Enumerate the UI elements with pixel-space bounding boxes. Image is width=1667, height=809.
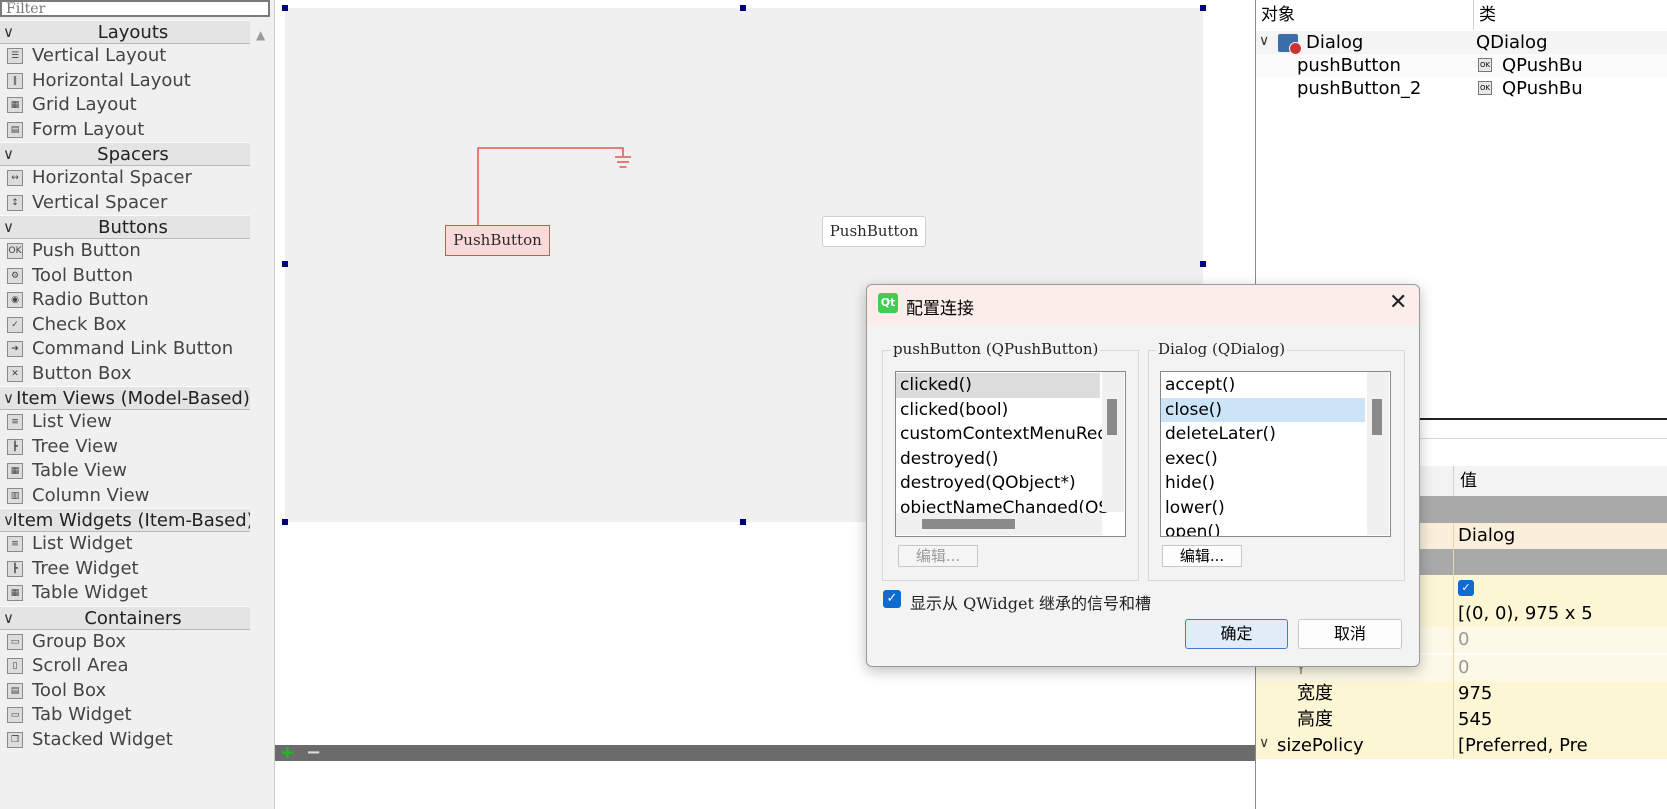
signal-item[interactable]: customContextMenuReq xyxy=(896,422,1108,447)
slot-item[interactable]: close() xyxy=(1161,397,1365,422)
signal-list-hscrollbar[interactable] xyxy=(896,513,1102,535)
slot-item[interactable]: accept() xyxy=(1161,373,1365,398)
slot-list-vscrollbar[interactable] xyxy=(1367,372,1389,535)
canvas-bottom-bar xyxy=(275,745,1255,761)
section-header-qwidget xyxy=(1418,549,1667,575)
property-header xyxy=(1418,466,1667,496)
object-name-pushbutton-2: pushButton_2 xyxy=(1297,78,1422,99)
property-row-enabled[interactable] xyxy=(1418,575,1667,601)
scroll-thumb[interactable] xyxy=(1372,399,1382,435)
push-button-2[interactable]: PushButton xyxy=(822,216,926,247)
property-row-x[interactable] xyxy=(1418,627,1667,653)
show-inherited-checkbox[interactable]: ✓ xyxy=(883,590,901,608)
header-divider xyxy=(1473,0,1474,30)
signal-item[interactable]: destroyed(QObject*) xyxy=(896,471,1100,496)
property-row-object-name[interactable] xyxy=(1418,523,1667,549)
property-label-width: 宽度 xyxy=(1297,683,1333,704)
slot-item[interactable]: hide() xyxy=(1161,471,1365,496)
object-class-pushbutton-2: QPushBu xyxy=(1502,78,1583,99)
signal-list-vscrollbar[interactable] xyxy=(1102,372,1124,512)
property-value-width[interactable]: 975 xyxy=(1458,681,1492,707)
sender-group-title: pushButton (QPushButton) xyxy=(891,340,1101,358)
panel-splitter[interactable] xyxy=(1418,418,1667,420)
property-value-x[interactable]: 0 xyxy=(1458,627,1469,653)
remove-icon[interactable]: − xyxy=(306,744,321,762)
signal-item[interactable]: clicked(bool) xyxy=(896,398,1100,423)
chevron-down-icon[interactable]: ∨ xyxy=(1259,33,1269,49)
push-button-class-icon: OK xyxy=(1478,58,1492,72)
section-header-qobject xyxy=(1418,496,1667,523)
receiver-group-title: Dialog (QDialog) xyxy=(1156,340,1288,358)
qt-logo-icon: Qt xyxy=(878,293,898,313)
column-header-value[interactable]: 值 xyxy=(1460,466,1477,496)
column-header-object[interactable]: 对象 xyxy=(1261,0,1295,30)
header-divider xyxy=(1453,466,1454,496)
scroll-thumb[interactable] xyxy=(922,519,1015,529)
slot-item[interactable]: exec() xyxy=(1161,447,1365,472)
property-value-object-name[interactable]: Dialog xyxy=(1458,523,1515,549)
push-button-class-icon: OK xyxy=(1478,81,1492,95)
enabled-checkbox[interactable]: ✓ xyxy=(1458,580,1474,596)
slot-list[interactable]: accept() close() deleteLater() exec() hide()… xyxy=(1160,371,1391,537)
chevron-down-icon[interactable]: ∨ xyxy=(1259,735,1269,751)
property-label-height: 高度 xyxy=(1297,709,1333,730)
column-header-class[interactable]: 类 xyxy=(1479,0,1496,30)
slot-item[interactable]: open() xyxy=(1161,520,1365,536)
scroll-thumb[interactable] xyxy=(1107,399,1117,435)
property-value-y[interactable]: 0 xyxy=(1458,655,1469,681)
add-icon[interactable]: + xyxy=(280,744,295,762)
ok-button[interactable]: 确定 xyxy=(1185,619,1288,649)
property-value-size-policy[interactable]: [Preferred, Pre xyxy=(1458,733,1588,759)
signal-item[interactable]: clicked() xyxy=(896,373,1100,398)
toolbar-divider xyxy=(1418,438,1667,439)
configure-connection-dialog: Qt 配置连接 ✕ pushButton (QPushButton) click… xyxy=(866,284,1420,667)
push-button-1[interactable]: PushButton xyxy=(445,225,550,256)
property-label-size-policy: sizePolicy xyxy=(1277,735,1364,756)
dialog-title: 配置连接 xyxy=(906,299,974,319)
slot-item[interactable]: deleteLater() xyxy=(1161,422,1365,447)
edit-signals-button[interactable]: 编辑... xyxy=(898,545,978,567)
property-value-geometry[interactable]: [(0, 0), 975 x 5 xyxy=(1458,601,1593,627)
close-icon[interactable]: ✕ xyxy=(1389,290,1407,315)
cancel-button[interactable]: 取消 xyxy=(1298,619,1402,649)
property-value-height[interactable]: 545 xyxy=(1458,707,1492,733)
slot-item[interactable]: lower() xyxy=(1161,496,1365,521)
signal-item[interactable]: destroyed() xyxy=(896,447,1100,472)
object-class-pushbutton: QPushBu xyxy=(1502,55,1583,76)
object-name-pushbutton: pushButton xyxy=(1297,55,1401,76)
object-name-dialog: Dialog xyxy=(1306,32,1364,53)
column-divider xyxy=(1453,523,1454,759)
object-class-dialog: QDialog xyxy=(1476,32,1548,53)
edit-slots-button[interactable]: 编辑... xyxy=(1162,545,1242,567)
show-inherited-label[interactable]: 显示从 QWidget 继承的信号和槽 xyxy=(910,590,1151,614)
signal-list[interactable]: clicked() clicked(bool) customContextMenuR… xyxy=(895,371,1126,537)
